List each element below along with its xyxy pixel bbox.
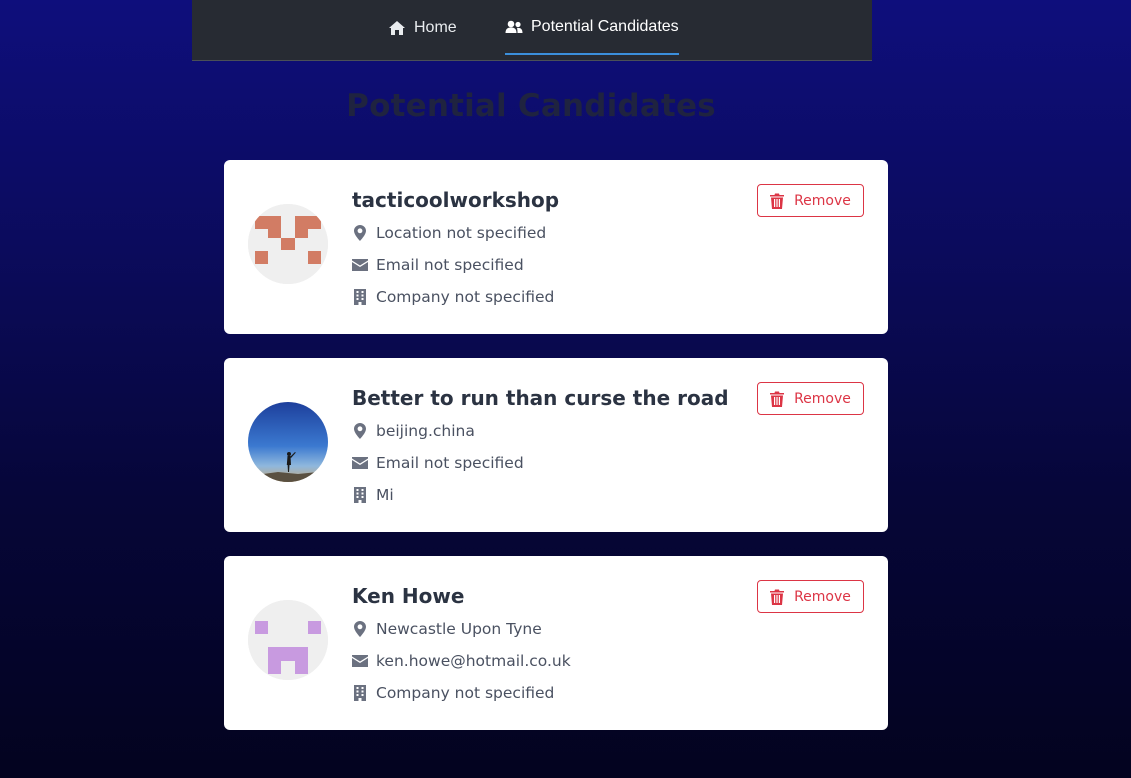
location-text: Newcastle Upon Tyne [376, 620, 542, 638]
identicon-avatar [248, 600, 328, 680]
envelope-icon [352, 653, 368, 669]
avatar [248, 600, 328, 680]
building-icon [352, 487, 368, 503]
candidate-company: Company not specified [352, 288, 554, 306]
candidate-company: Mi [352, 486, 394, 504]
email-text[interactable]: ken.howe@hotmail.co.uk [376, 652, 571, 670]
remove-label: Remove [794, 192, 851, 209]
candidate-card: tacticoolworkshop Location not specified… [224, 160, 888, 334]
trash-icon [770, 193, 785, 209]
home-icon [389, 20, 405, 35]
trash-icon [770, 589, 785, 605]
map-marker-icon [352, 621, 368, 637]
users-icon [505, 20, 523, 33]
identicon-avatar [248, 204, 328, 284]
avatar [248, 204, 328, 284]
remove-button[interactable]: Remove [757, 184, 864, 217]
email-text: Email not specified [376, 256, 524, 274]
candidate-company: Company not specified [352, 684, 554, 702]
company-text: Mi [376, 486, 394, 504]
page-title: Potential Candidates [346, 88, 716, 124]
building-icon [352, 685, 368, 701]
candidate-location: Newcastle Upon Tyne [352, 620, 542, 638]
email-text: Email not specified [376, 454, 524, 472]
map-marker-icon [352, 423, 368, 439]
avatar [248, 402, 328, 482]
location-text: Location not specified [376, 224, 547, 242]
candidate-name: Ken Howe [352, 584, 465, 608]
nav-home-link[interactable]: Home [388, 0, 457, 55]
nav-candidates-label: Potential Candidates [531, 17, 679, 35]
envelope-icon [352, 257, 368, 273]
map-marker-icon [352, 225, 368, 241]
candidate-location: beijing.china [352, 422, 475, 440]
candidate-name: Better to run than curse the road [352, 386, 729, 410]
nav-home-label: Home [414, 18, 457, 36]
trash-icon [770, 391, 785, 407]
candidate-email: ken.howe@hotmail.co.uk [352, 652, 571, 670]
remove-label: Remove [794, 390, 851, 407]
top-navbar: Home Potential Candidates [192, 0, 872, 61]
building-icon [352, 289, 368, 305]
envelope-icon [352, 455, 368, 471]
candidate-card: Better to run than curse the road beijin… [224, 358, 888, 532]
photo-avatar [248, 402, 328, 482]
remove-button[interactable]: Remove [757, 382, 864, 415]
candidate-email: Email not specified [352, 454, 524, 472]
company-text: Company not specified [376, 288, 555, 306]
candidate-location: Location not specified [352, 224, 546, 242]
candidate-email: Email not specified [352, 256, 524, 274]
location-text: beijing.china [376, 422, 475, 440]
candidate-card: Ken Howe Newcastle Upon Tyne ken.howe@ho… [224, 556, 888, 730]
nav-candidates-link[interactable]: Potential Candidates [505, 0, 679, 55]
company-text: Company not specified [376, 684, 555, 702]
candidate-name: tacticoolworkshop [352, 188, 560, 212]
remove-button[interactable]: Remove [757, 580, 864, 613]
remove-label: Remove [794, 588, 851, 605]
